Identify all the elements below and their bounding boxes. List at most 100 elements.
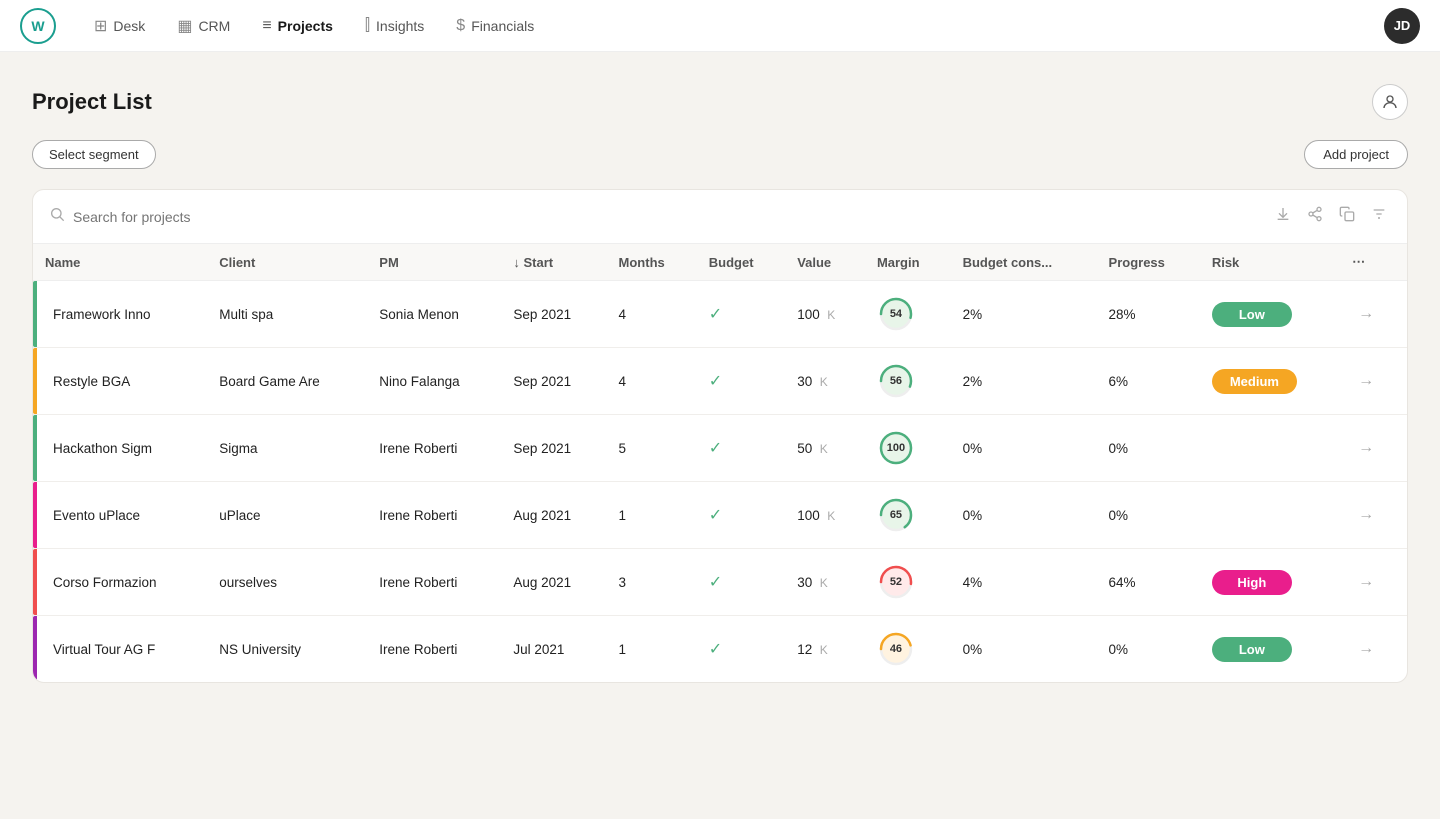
col-header-value[interactable]: Value [785, 244, 865, 281]
cell-budget: ✓ [697, 348, 785, 415]
filter-button[interactable] [1367, 202, 1391, 231]
cell-pm: Irene Roberti [367, 549, 501, 616]
nav-item-insights[interactable]: ⫿ Insights [351, 11, 438, 41]
col-header-progress[interactable]: Progress [1097, 244, 1200, 281]
cell-budget-cons: 4% [951, 549, 1097, 616]
margin-circle: 46 [877, 630, 915, 668]
row-arrow-button[interactable]: → [1352, 504, 1380, 526]
col-header-risk[interactable]: Risk [1200, 244, 1340, 281]
page-header: Project List [32, 84, 1408, 120]
cell-budget: ✓ [697, 415, 785, 482]
row-arrow-button[interactable]: → [1352, 370, 1380, 392]
cell-name: Evento uPlace [33, 482, 207, 549]
col-header-pm[interactable]: PM [367, 244, 501, 281]
col-header-start[interactable]: ↓ Start [501, 244, 606, 281]
logo[interactable]: W [20, 8, 56, 44]
cell-pm: Sonia Menon [367, 281, 501, 348]
crm-icon: ▦ [177, 16, 192, 36]
cell-budget-cons: 2% [951, 348, 1097, 415]
cell-client: NS University [207, 616, 367, 683]
cell-risk [1200, 482, 1340, 549]
cell-start: Jul 2021 [501, 616, 606, 683]
col-header-budget-cons[interactable]: Budget cons... [951, 244, 1097, 281]
download-button[interactable] [1271, 202, 1295, 231]
cell-budget-cons: 0% [951, 616, 1097, 683]
cell-risk: Medium [1200, 348, 1340, 415]
col-header-client[interactable]: Client [207, 244, 367, 281]
nav-item-crm[interactable]: ▦ CRM [163, 10, 244, 42]
top-navigation: W ⊞ Desk ▦ CRM ≡ Projects ⫿ Insights $ F… [0, 0, 1440, 52]
cell-client: Multi spa [207, 281, 367, 348]
col-header-name[interactable]: Name [33, 244, 207, 281]
cell-arrow[interactable]: → [1340, 482, 1407, 549]
cell-months: 1 [607, 482, 697, 549]
cell-arrow[interactable]: → [1340, 616, 1407, 683]
row-arrow-button[interactable]: → [1352, 303, 1380, 325]
cell-risk [1200, 415, 1340, 482]
margin-circle: 52 [877, 563, 915, 601]
add-project-button[interactable]: Add project [1304, 140, 1408, 169]
col-header-more[interactable]: ⋯ [1340, 244, 1407, 281]
nav-item-financials[interactable]: $ Financials [442, 11, 548, 41]
nav-label-desk: Desk [113, 18, 145, 34]
cell-months: 4 [607, 348, 697, 415]
budget-checkmark: ✓ [709, 306, 722, 323]
table-row: Restyle BGA Board Game Are Nino Falanga … [33, 348, 1407, 415]
budget-checkmark: ✓ [709, 440, 722, 457]
cell-name: Virtual Tour AG F [33, 616, 207, 683]
person-icon-button[interactable] [1372, 84, 1408, 120]
cell-start: Sep 2021 [501, 281, 606, 348]
cell-value: 12 K [785, 616, 865, 683]
cell-budget-cons: 2% [951, 281, 1097, 348]
insights-icon: ⫿ [365, 17, 370, 35]
col-header-months[interactable]: Months [607, 244, 697, 281]
cell-name: Corso Formazion [33, 549, 207, 616]
nav-label-insights: Insights [376, 18, 424, 34]
cell-name: Framework Inno [33, 281, 207, 348]
col-header-budget[interactable]: Budget [697, 244, 785, 281]
row-arrow-button[interactable]: → [1352, 571, 1380, 593]
cell-value: 30 K [785, 348, 865, 415]
cell-margin: 100 [865, 415, 951, 482]
cell-value: 50 K [785, 415, 865, 482]
cell-start: Aug 2021 [501, 482, 606, 549]
cell-risk: Low [1200, 616, 1340, 683]
cell-name: Restyle BGA [33, 348, 207, 415]
cell-margin: 54 [865, 281, 951, 348]
cell-progress: 28% [1097, 281, 1200, 348]
cell-margin: 52 [865, 549, 951, 616]
table-header-row: Name Client PM ↓ Start Months Budget Val… [33, 244, 1407, 281]
budget-checkmark: ✓ [709, 574, 722, 591]
cell-budget: ✓ [697, 616, 785, 683]
cell-client: Board Game Are [207, 348, 367, 415]
copy-button[interactable] [1335, 202, 1359, 231]
cell-pm: Irene Roberti [367, 482, 501, 549]
share-button[interactable] [1303, 202, 1327, 231]
search-bar [33, 190, 1407, 244]
risk-badge: Low [1212, 637, 1292, 662]
row-arrow-button[interactable]: → [1352, 638, 1380, 660]
nav-item-desk[interactable]: ⊞ Desk [80, 10, 159, 42]
avatar[interactable]: JD [1384, 8, 1420, 44]
cell-margin: 56 [865, 348, 951, 415]
nav-item-projects[interactable]: ≡ Projects [248, 11, 347, 41]
search-input[interactable] [73, 209, 1263, 225]
cell-risk: Low [1200, 281, 1340, 348]
cell-arrow[interactable]: → [1340, 415, 1407, 482]
cell-arrow[interactable]: → [1340, 549, 1407, 616]
margin-circle: 56 [877, 362, 915, 400]
nav-items: ⊞ Desk ▦ CRM ≡ Projects ⫿ Insights $ Fin… [80, 10, 1376, 42]
col-header-margin[interactable]: Margin [865, 244, 951, 281]
cell-budget: ✓ [697, 281, 785, 348]
cell-client: ourselves [207, 549, 367, 616]
cell-arrow[interactable]: → [1340, 281, 1407, 348]
cell-progress: 0% [1097, 616, 1200, 683]
projects-icon: ≡ [262, 17, 271, 35]
cell-arrow[interactable]: → [1340, 348, 1407, 415]
nav-label-crm: CRM [198, 18, 230, 34]
margin-circle: 100 [877, 429, 915, 467]
row-arrow-button[interactable]: → [1352, 437, 1380, 459]
select-segment-button[interactable]: Select segment [32, 140, 156, 169]
cell-risk: High [1200, 549, 1340, 616]
table-row: Hackathon Sigm Sigma Irene Roberti Sep 2… [33, 415, 1407, 482]
